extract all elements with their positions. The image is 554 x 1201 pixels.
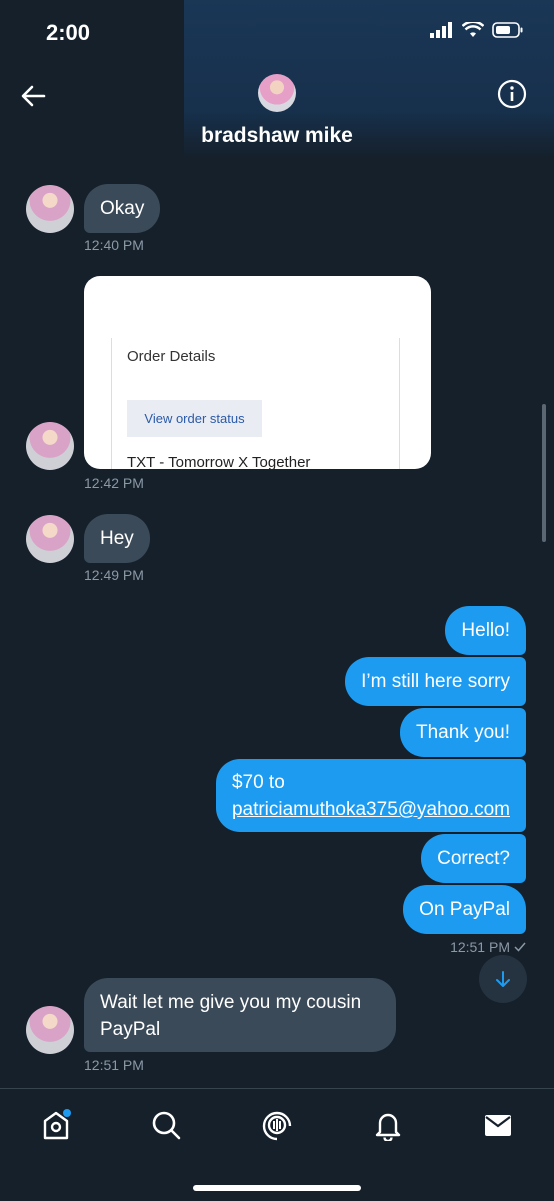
- scrollbar[interactable]: [542, 404, 546, 542]
- status-time: 2:00: [46, 20, 91, 45]
- message-bubble-incoming[interactable]: Hey: [84, 514, 150, 563]
- message-bubble-incoming[interactable]: Wait let me give you my cousin PayPal: [84, 978, 396, 1052]
- message-timestamp: 12:49 PM: [84, 567, 144, 583]
- back-arrow-icon: [21, 85, 46, 107]
- message-timestamp: 12:51 PM: [84, 1057, 144, 1073]
- home-icon: [43, 1109, 71, 1140]
- message-bubble-outgoing[interactable]: On PayPal: [403, 885, 526, 934]
- message-bubble-outgoing[interactable]: Thank you!: [400, 708, 526, 757]
- bottom-navigation: [0, 1088, 554, 1201]
- order-item: TXT - Tomorrow X Together: [127, 454, 311, 469]
- image-attachment[interactable]: Order Details View order status TXT - To…: [84, 276, 431, 469]
- conversation-name[interactable]: bradshaw mike: [0, 124, 554, 148]
- conversation-header: bradshaw mike: [0, 68, 554, 168]
- battery-icon: [492, 22, 523, 38]
- sent-timestamp: 12:51 PM: [450, 939, 526, 955]
- info-icon: [497, 79, 527, 109]
- message-timestamp: 12:40 PM: [84, 237, 144, 253]
- home-indicator[interactable]: [193, 1185, 361, 1191]
- message-bubble-outgoing[interactable]: $70 to patriciamuthoka375@yahoo.com: [215, 759, 526, 832]
- avatar[interactable]: [26, 422, 74, 470]
- nav-messages[interactable]: [480, 1107, 516, 1143]
- message-bubble-outgoing[interactable]: I’m still here sorry: [345, 657, 526, 706]
- signal-icon: [430, 22, 452, 38]
- avatar[interactable]: [26, 515, 74, 563]
- spaces-icon: [262, 1111, 292, 1141]
- messages-icon: [485, 1115, 511, 1136]
- arrow-down-icon: [496, 971, 510, 987]
- avatar[interactable]: [26, 1006, 74, 1054]
- email-link[interactable]: patriciamuthoka375@yahoo.com: [232, 796, 510, 823]
- wifi-icon: [462, 22, 484, 37]
- message-bubble-outgoing[interactable]: Hello!: [445, 606, 526, 655]
- status-bar: 2:00: [0, 0, 554, 158]
- info-button[interactable]: [496, 78, 528, 110]
- nav-search[interactable]: [148, 1107, 184, 1143]
- view-order-status-button: View order status: [127, 400, 262, 437]
- order-details-panel: Order Details View order status TXT - To…: [111, 338, 400, 469]
- nav-notifications[interactable]: [370, 1107, 406, 1143]
- nav-home[interactable]: [38, 1107, 74, 1143]
- message-timestamp: 12:42 PM: [84, 475, 144, 491]
- sent-time: 12:51 PM: [450, 939, 510, 955]
- avatar[interactable]: [26, 185, 74, 233]
- nav-spaces[interactable]: [259, 1107, 295, 1143]
- search-icon: [152, 1111, 181, 1140]
- order-details-title: Order Details: [127, 348, 216, 365]
- checkmark-icon: [514, 942, 526, 952]
- notifications-icon: [375, 1113, 401, 1141]
- message-bubble-incoming[interactable]: Okay: [84, 184, 161, 233]
- header-avatar[interactable]: [258, 74, 296, 112]
- status-icons: [430, 22, 524, 38]
- message-bubble-outgoing[interactable]: Correct?: [421, 834, 526, 883]
- scroll-to-bottom-button[interactable]: [479, 955, 527, 1003]
- back-button[interactable]: [18, 80, 50, 112]
- message-text: $70 to: [231, 772, 285, 793]
